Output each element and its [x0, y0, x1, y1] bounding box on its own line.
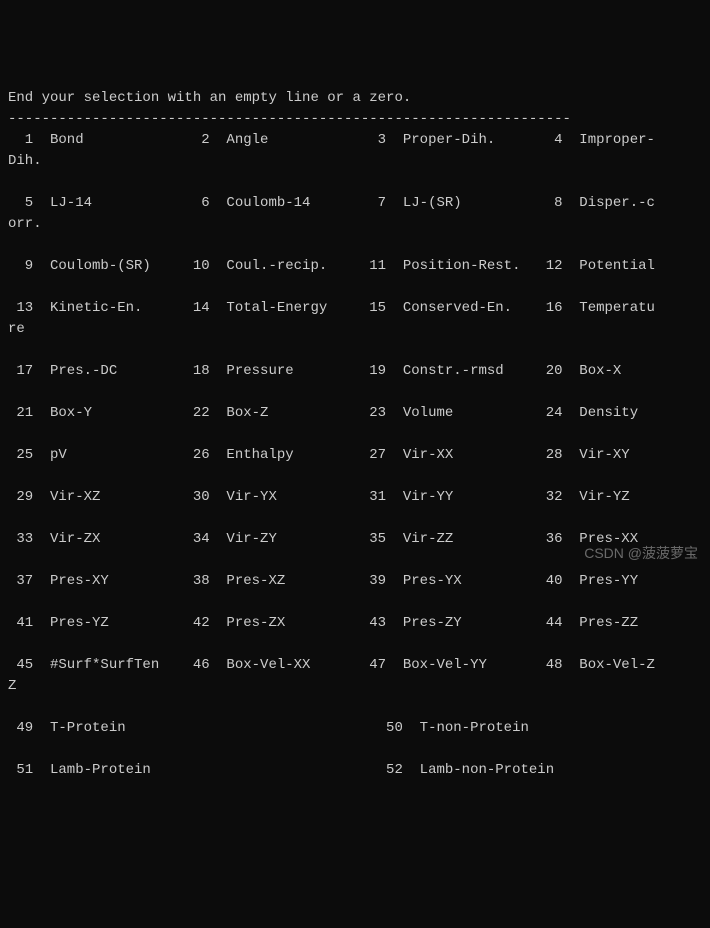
terminal-output: End your selection with an empty line or… [8, 88, 702, 781]
